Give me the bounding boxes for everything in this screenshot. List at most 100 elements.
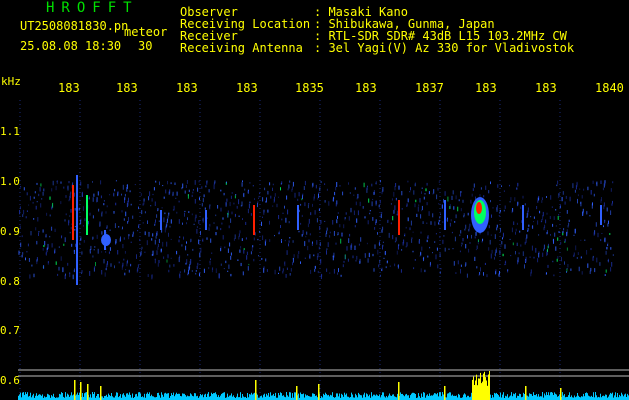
- noise-speck: [153, 187, 155, 191]
- noise-speck: [418, 204, 420, 207]
- noise-speck: [449, 204, 451, 209]
- power-bar: [207, 393, 208, 400]
- noise-speck: [451, 195, 453, 200]
- noise-speck: [379, 199, 381, 204]
- noise-speck: [151, 274, 153, 280]
- noise-speck: [446, 219, 448, 222]
- power-bar: [315, 395, 316, 400]
- noise-speck: [421, 205, 423, 211]
- noise-speck: [89, 212, 91, 216]
- noise-speck: [279, 266, 281, 271]
- noise-speck: [575, 245, 577, 251]
- noise-speck: [443, 198, 444, 203]
- noise-speck: [216, 226, 218, 230]
- noise-speck: [92, 215, 94, 219]
- power-spike: [481, 383, 482, 400]
- noise-speck: [568, 222, 570, 226]
- power-bar: [355, 393, 356, 400]
- noise-speck: [19, 206, 21, 210]
- noise-speck: [561, 256, 562, 262]
- power-bar: [78, 395, 79, 400]
- noise-speck: [251, 246, 253, 251]
- noise-speck: [113, 193, 115, 195]
- power-bar: [218, 395, 219, 400]
- noise-speck: [117, 250, 119, 255]
- noise-speck: [64, 274, 66, 280]
- noise-speck: [79, 242, 81, 245]
- noise-speck: [543, 244, 545, 250]
- noise-speck: [537, 258, 539, 263]
- noise-speck: [557, 195, 559, 199]
- noise-speck: [214, 180, 216, 184]
- noise-speck: [580, 239, 582, 241]
- noise-speck: [591, 203, 593, 209]
- noise-speck: [612, 181, 614, 184]
- noise-speck: [426, 239, 428, 243]
- noise-speck: [494, 257, 495, 260]
- noise-speck: [93, 249, 95, 251]
- echo-streak: [160, 210, 162, 230]
- power-bar: [321, 396, 322, 400]
- power-bar: [47, 393, 48, 400]
- noise-speck: [326, 188, 328, 191]
- power-bar: [371, 392, 372, 400]
- noise-speck: [229, 242, 231, 247]
- noise-speck: [584, 239, 586, 241]
- noise-speck: [106, 227, 108, 229]
- power-bar: [553, 395, 554, 400]
- noise-speck: [176, 250, 178, 255]
- noise-speck: [453, 206, 455, 210]
- noise-speck: [428, 211, 430, 216]
- power-bar: [42, 394, 43, 400]
- noise-speck: [430, 221, 432, 225]
- power-bar: [352, 394, 353, 400]
- noise-speck: [382, 187, 384, 192]
- noise-speck: [462, 199, 464, 203]
- noise-speck: [202, 217, 204, 223]
- noise-speck: [484, 262, 486, 265]
- noise-speck: [533, 216, 535, 219]
- noise-speck: [444, 247, 446, 252]
- noise-speck: [238, 215, 240, 217]
- noise-speck: [353, 210, 355, 216]
- power-bar: [117, 392, 118, 400]
- power-bar: [447, 393, 448, 400]
- power-bar: [535, 395, 536, 400]
- noise-speck: [280, 187, 281, 191]
- noise-speck: [47, 261, 49, 264]
- noise-speck: [55, 261, 57, 265]
- noise-speck: [80, 181, 82, 186]
- noise-speck: [35, 227, 37, 231]
- noise-speck: [288, 221, 290, 224]
- noise-speck: [64, 219, 66, 222]
- power-bar: [287, 395, 288, 400]
- noise-speck: [307, 204, 309, 209]
- noise-speck: [401, 191, 403, 196]
- power-bar: [372, 396, 373, 400]
- noise-speck: [240, 246, 242, 249]
- noise-speck: [222, 217, 224, 220]
- noise-speck: [474, 256, 476, 261]
- noise-speck: [603, 202, 605, 207]
- noise-speck: [130, 203, 132, 206]
- noise-speck: [566, 210, 568, 214]
- noise-speck: [137, 267, 139, 272]
- power-bar: [253, 393, 254, 400]
- noise-speck: [222, 235, 224, 240]
- noise-speck: [128, 197, 129, 203]
- noise-speck: [303, 186, 305, 190]
- noise-speck: [440, 268, 442, 270]
- noise-speck: [412, 231, 414, 233]
- power-bar: [534, 395, 535, 400]
- noise-speck: [422, 221, 424, 224]
- power-bar: [442, 392, 443, 400]
- noise-speck: [304, 257, 306, 259]
- power-bar: [266, 393, 267, 400]
- noise-speck: [281, 218, 283, 221]
- noise-speck: [369, 210, 371, 212]
- echo-blob: [101, 234, 111, 246]
- noise-speck: [418, 240, 420, 244]
- noise-speck: [310, 212, 312, 216]
- power-bar: [513, 393, 514, 400]
- app-title: HROFFT: [46, 0, 139, 16]
